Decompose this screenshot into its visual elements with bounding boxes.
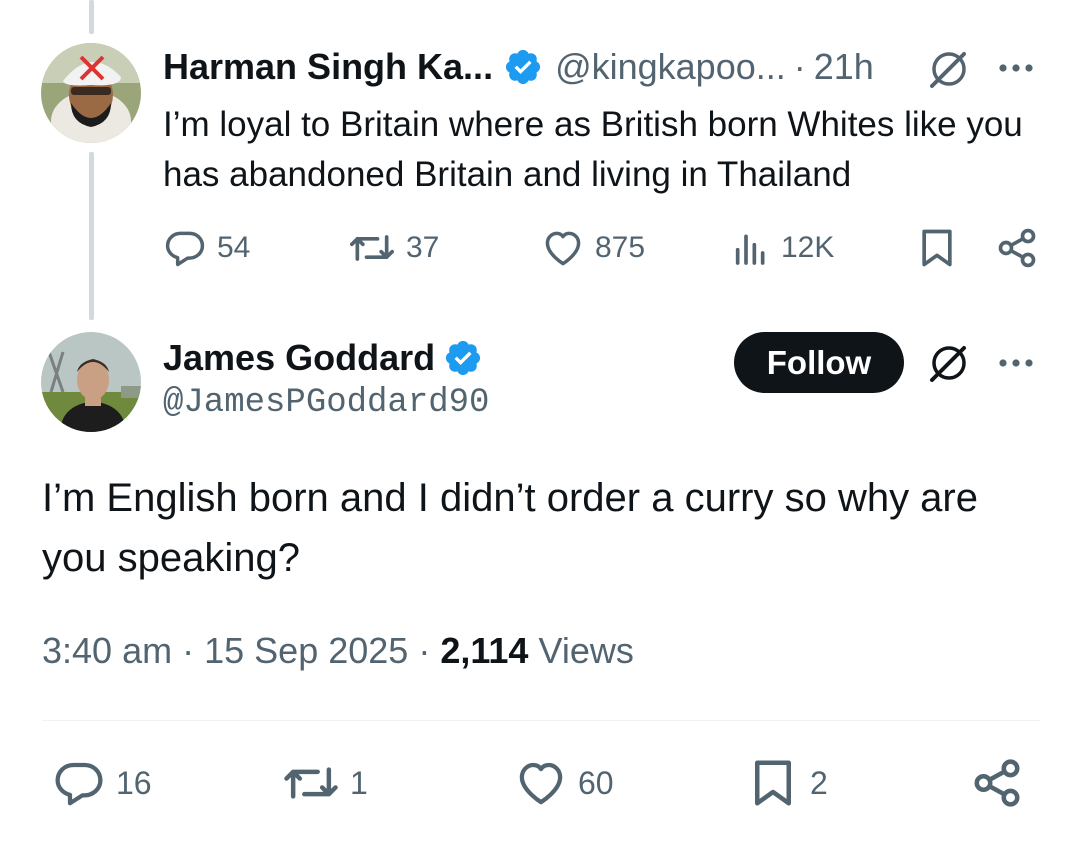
repost-button[interactable]: 1 bbox=[282, 756, 368, 810]
views-label: Views bbox=[538, 630, 634, 671]
thread-line bbox=[89, 0, 94, 34]
tweet-time[interactable]: 3:40 am bbox=[42, 630, 172, 671]
repost-count: 1 bbox=[350, 764, 368, 801]
like-button[interactable]: 875 bbox=[541, 226, 645, 270]
author-name[interactable]: Harman Singh Ka... bbox=[163, 46, 493, 88]
parent-tweet-actions: 54 37 875 12K bbox=[163, 226, 1038, 276]
parent-tweet-text: I’m loyal to Britain where as British bo… bbox=[163, 105, 1023, 194]
separator-dot: · bbox=[793, 46, 806, 87]
parent-tweet-header: Harman Singh Ka... @kingkapoo... · 21h bbox=[163, 44, 874, 90]
more-icon[interactable] bbox=[996, 60, 1036, 76]
views-icon bbox=[735, 234, 765, 265]
tweet-actions: 16 1 60 2 bbox=[42, 756, 1032, 812]
like-count: 875 bbox=[595, 231, 646, 264]
heart-icon bbox=[519, 762, 563, 805]
author-name-row: James Goddard bbox=[163, 335, 483, 381]
avatar[interactable] bbox=[41, 332, 141, 432]
reply-count: 16 bbox=[116, 764, 152, 801]
divider bbox=[42, 720, 1040, 721]
repost-count: 37 bbox=[406, 231, 440, 264]
separator-dot: · bbox=[418, 630, 431, 671]
tweet-text: I’m English born and I didn’t order a cu… bbox=[42, 476, 978, 580]
heart-icon bbox=[545, 231, 581, 266]
tweet-metadata: 3:40 am · 15 Sep 2025 · 2,114 Views bbox=[42, 630, 634, 672]
separator-dot: · bbox=[182, 630, 195, 671]
reply-button[interactable]: 54 bbox=[163, 226, 250, 270]
bookmark-icon bbox=[922, 229, 952, 267]
tweet-time[interactable]: 21h bbox=[814, 46, 874, 88]
verified-badge-icon bbox=[505, 49, 541, 85]
verified-badge-icon bbox=[446, 340, 481, 376]
thread-line bbox=[89, 152, 94, 320]
share-icon bbox=[998, 228, 1036, 268]
views-button[interactable]: 12K bbox=[731, 226, 834, 270]
repost-button[interactable]: 37 bbox=[348, 226, 439, 270]
share-button[interactable] bbox=[970, 756, 1024, 810]
share-icon bbox=[974, 759, 1020, 807]
reply-icon bbox=[165, 231, 205, 267]
author-name[interactable]: James Goddard bbox=[163, 337, 435, 379]
grok-icon[interactable] bbox=[928, 342, 970, 384]
reply-button[interactable]: 16 bbox=[52, 756, 152, 810]
bookmark-count: 2 bbox=[810, 764, 828, 801]
reply-count: 54 bbox=[217, 231, 251, 264]
follow-button[interactable]: Follow bbox=[734, 332, 904, 393]
bookmark-button[interactable] bbox=[915, 226, 959, 270]
like-button[interactable]: 60 bbox=[514, 756, 614, 810]
repost-icon bbox=[284, 767, 338, 799]
bookmark-button[interactable]: 2 bbox=[746, 756, 828, 810]
views-count: 2,114 bbox=[440, 630, 529, 671]
avatar[interactable] bbox=[41, 43, 141, 143]
like-count: 60 bbox=[578, 764, 614, 801]
bookmark-icon bbox=[755, 760, 791, 806]
repost-icon bbox=[350, 235, 394, 261]
tweet-date[interactable]: 15 Sep 2025 bbox=[204, 630, 408, 671]
views-count: 12K bbox=[781, 231, 835, 264]
grok-icon[interactable] bbox=[928, 48, 970, 90]
share-button[interactable] bbox=[995, 226, 1039, 270]
more-icon[interactable] bbox=[996, 355, 1036, 371]
author-handle[interactable]: @kingkapoo... bbox=[555, 46, 786, 88]
author-handle[interactable]: @JamesPGoddard90 bbox=[163, 384, 489, 422]
reply-icon bbox=[55, 762, 103, 806]
